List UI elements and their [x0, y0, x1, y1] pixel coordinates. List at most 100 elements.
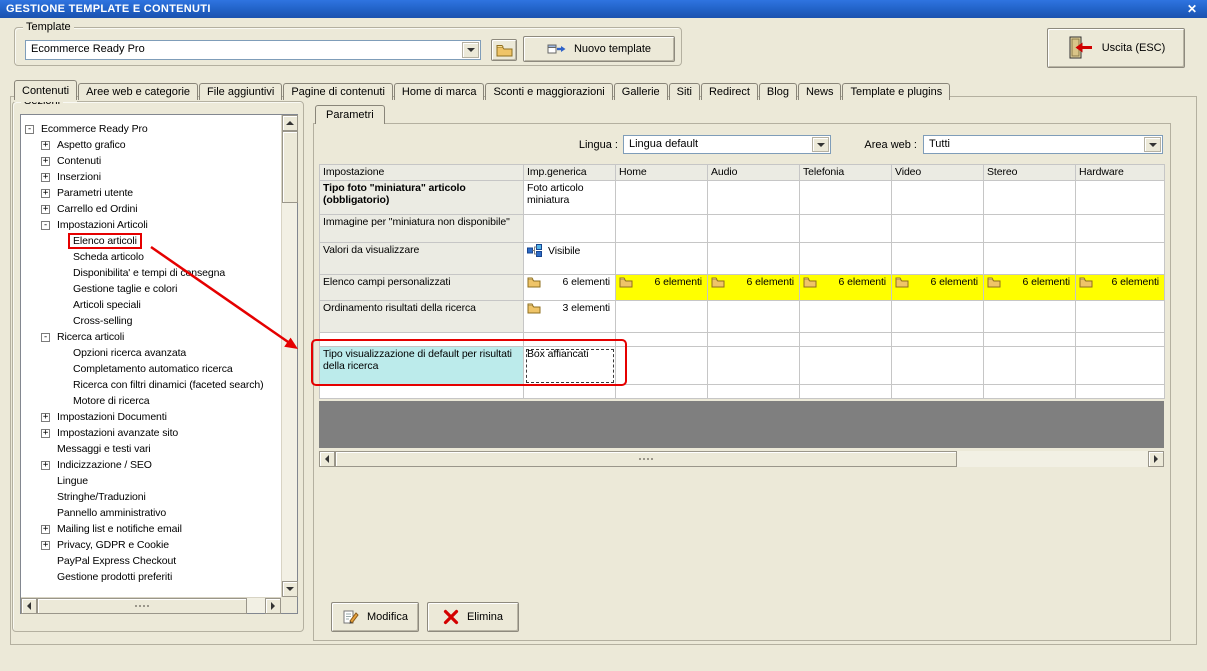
scroll-left-icon[interactable]	[319, 451, 335, 467]
generic-value-cell[interactable]: 6 elementi	[523, 274, 616, 301]
site-value-cell[interactable]	[1075, 300, 1165, 333]
setting-name-cell[interactable]: Tipo visualizzazione di default per risu…	[319, 346, 524, 385]
template-select[interactable]: Ecommerce Ready Pro	[25, 40, 481, 60]
scroll-right-icon[interactable]	[1148, 451, 1164, 467]
site-value-cell[interactable]	[707, 214, 800, 243]
horizontal-scroll-thumb[interactable]	[335, 451, 957, 467]
site-value-cell[interactable]	[983, 346, 1076, 385]
exit-button[interactable]: Uscita (ESC)	[1047, 28, 1185, 68]
expand-icon[interactable]: +	[41, 140, 50, 150]
tree-item-contenuti[interactable]: + Contenuti	[21, 153, 280, 169]
expand-icon[interactable]: +	[41, 204, 50, 214]
table-row-elenco-campi-personalizzati[interactable]: Elenco campi personalizzati 6 elementi 6 e…	[319, 274, 1165, 301]
tab-contenuti[interactable]: Contenuti	[14, 80, 78, 100]
setting-name-cell[interactable]: Tipo foto "miniatura" articolo (obbligat…	[319, 180, 524, 215]
tree-item-gestione-taglie-e-colori[interactable]: Gestione taglie e colori	[21, 281, 280, 297]
site-value-cell[interactable]	[615, 242, 708, 275]
site-value-cell[interactable]	[615, 214, 708, 243]
expand-icon[interactable]: +	[41, 412, 50, 422]
site-value-cell[interactable]	[799, 214, 892, 243]
table-row-immagine-per-miniatura-non-disponibile[interactable]: Immagine per "miniatura non disponibile"	[319, 214, 1165, 243]
setting-name-cell[interactable]: Elenco campi personalizzati	[319, 274, 524, 301]
expand-icon[interactable]: +	[41, 156, 50, 166]
dropdown-arrow-icon[interactable]	[812, 137, 829, 152]
site-value-cell[interactable]	[1075, 346, 1165, 385]
tree-item-impostazioni-avanzate-sito[interactable]: + Impostazioni avanzate sito	[21, 425, 280, 441]
site-value-cell[interactable]: 6 elementi	[983, 274, 1076, 301]
delete-button[interactable]: Elimina	[427, 602, 519, 632]
site-value-cell[interactable]	[891, 214, 984, 243]
site-value-cell[interactable]	[891, 242, 984, 275]
close-icon[interactable]: ✕	[1183, 2, 1201, 16]
area-web-select[interactable]: Tutti	[923, 135, 1163, 154]
generic-value-cell[interactable]: 3 elementi	[523, 300, 616, 333]
setting-name-cell[interactable]: Immagine per "miniatura non disponibile"	[319, 214, 524, 243]
site-value-cell[interactable]	[1075, 180, 1165, 215]
site-value-cell[interactable]: 6 elementi	[1075, 274, 1165, 301]
site-value-cell[interactable]	[983, 214, 1076, 243]
tree-item-ricerca-con-filtri-dinamici-faceted-search[interactable]: Ricerca con filtri dinamici (faceted sea…	[21, 377, 280, 393]
site-value-cell[interactable]	[799, 242, 892, 275]
tree-item-mailing-list-e-notifiche-email[interactable]: + Mailing list e notifiche email	[21, 521, 280, 537]
tree-item-completamento-automatico-ricerca[interactable]: Completamento automatico ricerca	[21, 361, 280, 377]
tab-file-aggiuntivi[interactable]: File aggiuntivi	[199, 83, 283, 100]
site-value-cell[interactable]	[615, 300, 708, 333]
site-value-cell[interactable]	[1075, 214, 1165, 243]
tree-item-articoli-speciali[interactable]: Articoli speciali	[21, 297, 280, 313]
tree-item-gestione-prodotti-preferiti[interactable]: Gestione prodotti preferiti	[21, 569, 280, 585]
tab-siti[interactable]: Siti	[668, 83, 700, 100]
site-value-cell[interactable]	[891, 346, 984, 385]
site-value-cell[interactable]	[707, 180, 800, 215]
expand-icon[interactable]: +	[41, 188, 50, 198]
tree-item-pannello-amministrativo[interactable]: Pannello amministrativo	[21, 505, 280, 521]
tree-item-stringhe-traduzioni[interactable]: Stringhe/Traduzioni	[21, 489, 280, 505]
site-value-cell[interactable]	[1075, 242, 1165, 275]
table-row-valori-da-visualizzare[interactable]: Valori da visualizzare Visibile	[319, 242, 1165, 275]
generic-value-cell[interactable]: Box affiancati	[523, 346, 616, 385]
collapse-icon[interactable]: -	[25, 124, 34, 134]
expand-icon[interactable]: +	[41, 524, 50, 534]
tab-template-e-plugins[interactable]: Template e plugins	[842, 83, 951, 100]
tree-item-paypal-express-checkout[interactable]: PayPal Express Checkout	[21, 553, 280, 569]
scroll-up-icon[interactable]	[282, 115, 298, 131]
tab-redirect[interactable]: Redirect	[700, 83, 758, 100]
tree-item-disponibilita-e-tempi-di-consegna[interactable]: Disponibilita' e tempi di consegna	[21, 265, 280, 281]
tree-item-motore-di-ricerca[interactable]: Motore di ricerca	[21, 393, 280, 409]
scroll-right-icon[interactable]	[265, 598, 281, 614]
tree-item-ecommerce-ready-pro[interactable]: - Ecommerce Ready Pro	[21, 121, 280, 137]
expand-icon[interactable]: +	[41, 460, 50, 470]
table-row-tipo-visualizzazione-di-default-per-risu[interactable]: Tipo visualizzazione di default per risu…	[319, 346, 1165, 385]
expand-icon[interactable]: +	[41, 172, 50, 182]
tree-item-scheda-articolo[interactable]: Scheda articolo	[21, 249, 280, 265]
site-value-cell[interactable]	[615, 180, 708, 215]
collapse-icon[interactable]: -	[41, 332, 50, 342]
tab-pagine-di-contenuti[interactable]: Pagine di contenuti	[283, 83, 393, 100]
modify-button[interactable]: Modifica	[331, 602, 419, 632]
tree-item-elenco-articoli[interactable]: Elenco articoli	[21, 233, 280, 249]
tab-gallerie[interactable]: Gallerie	[613, 83, 668, 100]
language-select[interactable]: Lingua default	[623, 135, 831, 154]
tree-vertical-scrollbar[interactable]	[281, 115, 298, 597]
table-row-ordinamento-risultati-della-ricerca[interactable]: Ordinamento risultati della ricerca 3 ele…	[319, 300, 1165, 333]
site-value-cell[interactable]	[891, 300, 984, 333]
tree-item-ricerca-articoli[interactable]: - Ricerca articoli	[21, 329, 280, 345]
site-value-cell[interactable]	[707, 346, 800, 385]
vertical-scroll-thumb[interactable]	[282, 131, 298, 203]
setting-name-cell[interactable]: Ordinamento risultati della ricerca	[319, 300, 524, 333]
tree-item-cross-selling[interactable]: Cross-selling	[21, 313, 280, 329]
tab-aree-web-e-categorie[interactable]: Aree web e categorie	[78, 83, 199, 100]
tree-item-opzioni-ricerca-avanzata[interactable]: Opzioni ricerca avanzata	[21, 345, 280, 361]
dropdown-arrow-icon[interactable]	[1144, 137, 1161, 152]
tab-home-di-marca[interactable]: Home di marca	[393, 83, 485, 100]
site-value-cell[interactable]	[615, 346, 708, 385]
tab-parametri[interactable]: Parametri	[315, 105, 385, 124]
site-value-cell[interactable]	[799, 300, 892, 333]
tab-news[interactable]: News	[797, 83, 842, 100]
site-value-cell[interactable]	[707, 242, 800, 275]
tab-sconti-e-maggiorazioni[interactable]: Sconti e maggiorazioni	[485, 83, 613, 100]
tree-item-lingue[interactable]: Lingue	[21, 473, 280, 489]
site-value-cell[interactable]	[983, 300, 1076, 333]
site-value-cell[interactable]	[983, 242, 1076, 275]
tree-item-inserzioni[interactable]: + Inserzioni	[21, 169, 280, 185]
generic-value-cell[interactable]	[523, 214, 616, 243]
